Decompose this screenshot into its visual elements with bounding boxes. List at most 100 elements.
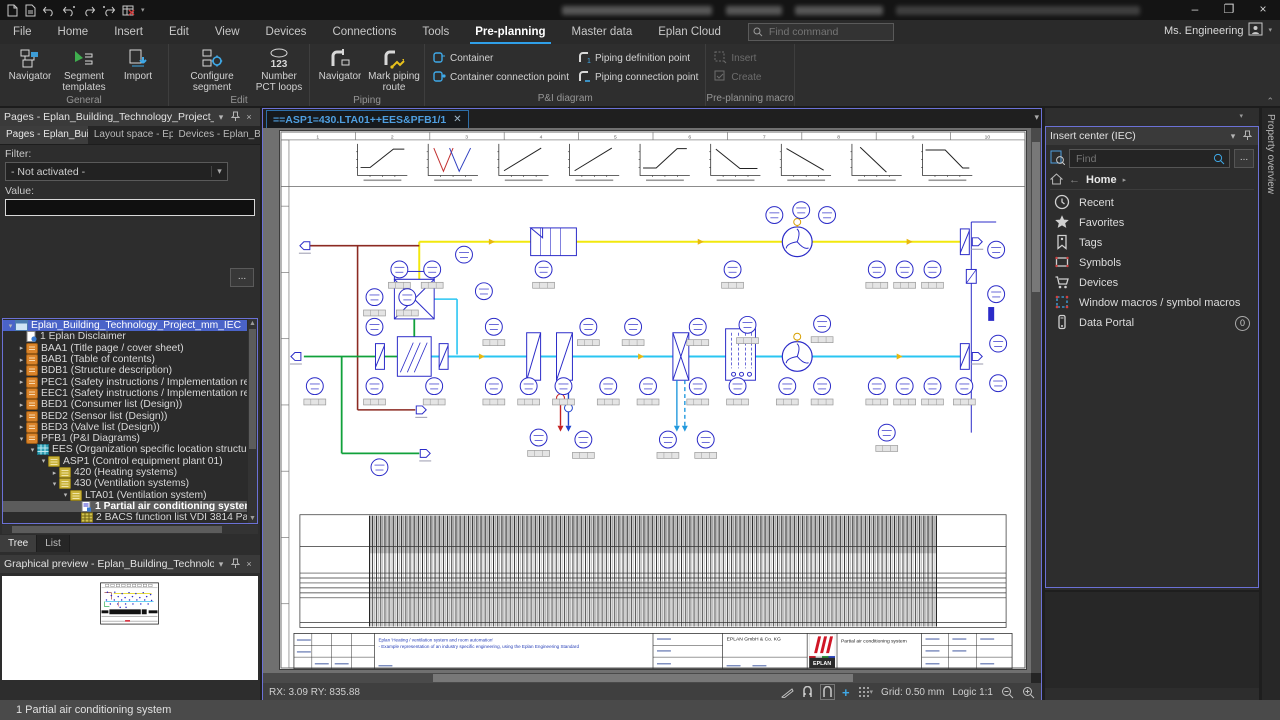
redo-icon[interactable] [82, 4, 96, 17]
tree-item[interactable]: 1 Partial air conditioning system [3, 501, 247, 512]
find-input[interactable] [1074, 152, 1213, 166]
ribbon-tab-tools[interactable]: Tools [409, 20, 462, 44]
command-search-input[interactable] [767, 25, 881, 39]
dock-dropdown-icon[interactable]: ▾ [1239, 112, 1243, 121]
tree-item[interactable]: ▸420 (Heating systems) [3, 467, 247, 478]
ribbon-button-configure-segment-definitions[interactable]: Configure segment definitions [173, 46, 251, 94]
ribbon-button-container-connection-point[interactable]: Container connection point [429, 69, 572, 85]
graphic-edit-icon[interactable] [781, 687, 794, 698]
tree-expand-icon[interactable]: ▸ [17, 412, 26, 420]
canvas-vertical-scrollbar[interactable] [1031, 128, 1041, 673]
snap-icon[interactable] [802, 686, 813, 698]
tab-layout-space[interactable]: Layout space - Eplan... [88, 126, 173, 144]
panel-menu-icon[interactable]: ▾ [214, 112, 228, 123]
command-search-box[interactable] [748, 23, 894, 41]
ribbon-button-piping-definition-point[interactable]: 1Piping definition point [574, 50, 701, 66]
tree-expand-icon[interactable]: ▸ [17, 389, 26, 397]
tab-property-overview[interactable]: Property overview [1265, 114, 1276, 194]
drawing-canvas[interactable]: 12345678910Eplan 'Heating / ventilation … [263, 128, 1031, 673]
tree-item[interactable]: ▸PEC1 (Safety instructions / Implementat… [3, 376, 247, 387]
tree-item[interactable]: ▾PFB1 (P&I Diagrams) [3, 433, 247, 444]
insert-center-item-recent[interactable]: Recent [1046, 193, 1258, 213]
drawing-page[interactable]: 12345678910Eplan 'Heating / ventilation … [280, 131, 1026, 669]
pages-tree[interactable]: ▾Eplan_Building_Technology_Project_mm_IE… [2, 318, 258, 524]
ribbon-tab-view[interactable]: View [202, 20, 253, 44]
undo-icon[interactable] [42, 4, 56, 17]
ribbon-button-number-pct-loops[interactable]: 123Number PCT loops [253, 46, 305, 94]
tree-item[interactable]: ▸BAA1 (Title page / cover sheet) [3, 343, 247, 354]
ribbon-tab-insert[interactable]: Insert [101, 20, 156, 44]
tree-expand-icon[interactable]: ▾ [50, 480, 59, 488]
tree-expand-icon[interactable]: ▸ [17, 344, 26, 352]
minimize-button[interactable]: – [1178, 0, 1212, 20]
tree-expand-icon[interactable]: ▸ [17, 367, 26, 375]
close-icon[interactable]: ✕ [453, 114, 461, 125]
ribbon-button-piping-connection-point[interactable]: Piping connection point [574, 69, 701, 85]
open-page-icon[interactable] [24, 4, 36, 17]
tree-item[interactable]: ▸BED2 (Sensor list (Design)) [3, 410, 247, 421]
zoom-out-icon[interactable] [1001, 686, 1014, 699]
tree-expand-icon[interactable]: ▸ [50, 469, 59, 477]
tree-item[interactable]: ▸EEC1 (Safety instructions / Implementat… [3, 388, 247, 399]
breadcrumb[interactable]: Home [1086, 174, 1117, 186]
collapse-ribbon-icon[interactable]: ⌃ [1266, 96, 1274, 107]
graphical-preview[interactable] [2, 576, 258, 680]
document-list-dropdown-icon[interactable]: ▾ [1034, 112, 1039, 123]
ribbon-button-navigator[interactable]: Navigator [4, 46, 56, 94]
tree-item[interactable]: ▾LTA01 (Ventilation system) [3, 489, 247, 500]
close-icon[interactable]: × [242, 112, 256, 122]
tree-expand-icon[interactable]: ▾ [17, 435, 26, 443]
tree-expand-icon[interactable]: ▾ [39, 457, 48, 465]
ribbon-button-navigator[interactable]: Navigator [314, 46, 366, 94]
user-dropdown-icon[interactable]: ▾ [1268, 26, 1272, 35]
tree-item[interactable]: ▾430 (Ventilation systems) [3, 478, 247, 489]
ribbon-button-create[interactable]: Create [710, 69, 764, 85]
tree-item[interactable]: ▾ASP1 (Control equipment plant 01) [3, 456, 247, 467]
ribbon-tab-edit[interactable]: Edit [156, 20, 202, 44]
new-page-icon[interactable] [6, 4, 18, 17]
tree-expand-icon[interactable]: ▾ [61, 491, 70, 499]
maximize-button[interactable]: ❐ [1212, 0, 1246, 20]
canvas-horizontal-scrollbar[interactable] [263, 673, 1031, 683]
value-input[interactable] [5, 199, 255, 216]
pin-icon[interactable] [228, 558, 242, 570]
grid-icon[interactable]: ▾ [858, 686, 874, 698]
pin-icon[interactable] [1240, 130, 1254, 142]
tree-horizontal-scrollbar[interactable] [2, 525, 258, 534]
document-tab[interactable]: ==ASP1=430.LTA01++EES&PFB1/1 ✕ [266, 110, 469, 129]
object-snap-icon[interactable] [821, 685, 834, 699]
insert-center-item-tags[interactable]: Tags [1046, 233, 1258, 253]
scroll-up-icon[interactable]: ▲ [248, 319, 257, 328]
tab-list[interactable]: List [37, 535, 70, 552]
panel-menu-icon[interactable]: ▾ [1226, 131, 1240, 142]
tree-expand-icon[interactable]: ▸ [17, 356, 26, 364]
breadcrumb-expand-icon[interactable]: ▸ [1123, 176, 1127, 185]
insert-center-item-devices[interactable]: Devices [1046, 273, 1258, 293]
insert-center-item-symbols[interactable]: Symbols [1046, 253, 1258, 273]
insert-center-item-favorites[interactable]: Favorites [1046, 213, 1258, 233]
ribbon-tab-file[interactable]: File [0, 20, 45, 44]
insert-center-item-window-macros-symbol-macros[interactable]: Window macros / symbol macros [1046, 293, 1258, 313]
tree-expand-icon[interactable]: ▸ [17, 423, 26, 431]
tree-item[interactable]: 3 BACS function list VDI 3814 Part 4.3 [3, 523, 247, 524]
find-more-button[interactable]: ... [1234, 149, 1254, 168]
ribbon-button-insert[interactable]: Insert [710, 50, 764, 66]
scroll-down-icon[interactable]: ▼ [248, 514, 257, 523]
ribbon-tab-master-data[interactable]: Master data [559, 20, 646, 44]
back-icon[interactable]: ← [1069, 174, 1080, 186]
ribbon-tab-devices[interactable]: Devices [253, 20, 320, 44]
insert-center-item-data-portal[interactable]: Data Portal0 [1046, 313, 1258, 333]
tree-item[interactable]: ▸BAB1 (Table of contents) [3, 354, 247, 365]
ribbon-tab-pre-planning[interactable]: Pre-planning [462, 20, 558, 44]
ribbon-tab-eplan-cloud[interactable]: Eplan Cloud [645, 20, 734, 44]
undo-list-icon[interactable] [62, 4, 76, 17]
tab-devices[interactable]: Devices - Eplan_Build... [173, 126, 260, 144]
user-area[interactable]: Ms. Engineering ▾ [1164, 22, 1272, 39]
tree-item[interactable]: ▸BED1 (Consumer list (Design)) [3, 399, 247, 410]
tree-item[interactable]: ▾Eplan_Building_Technology_Project_mm_IE… [3, 320, 247, 331]
find-input-wrap[interactable] [1069, 149, 1230, 168]
ribbon-button-container[interactable]: Container [429, 50, 572, 66]
tree-expand-icon[interactable]: ▾ [28, 446, 37, 454]
ribbon-button-mark-piping-route[interactable]: Mark piping route [368, 46, 420, 94]
home-icon[interactable] [1050, 173, 1063, 188]
